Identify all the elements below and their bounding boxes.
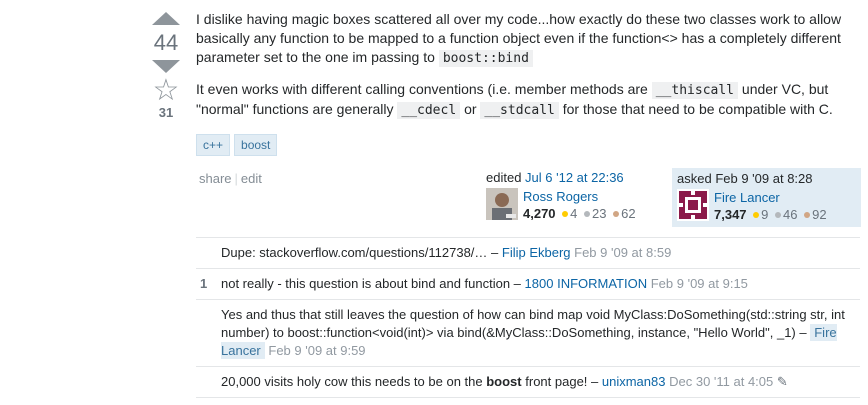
upvote-arrow-icon[interactable]: [152, 12, 180, 25]
comment-bold-text: boost: [486, 374, 522, 389]
edited-label: edited: [486, 170, 522, 185]
inline-code: __thiscall: [651, 82, 739, 99]
comment-user-link[interactable]: Filip Ekberg: [502, 245, 571, 260]
comment-date[interactable]: Feb 9 '09 at 8:59: [574, 245, 671, 260]
comment-item: Dupe: stackoverflow.com/questions/112738…: [196, 238, 860, 269]
question-paragraph-2: It even works with different calling con…: [196, 80, 856, 120]
comment-text: not really - this question is about bind…: [221, 276, 521, 291]
editor-avatar[interactable]: [486, 188, 518, 220]
paragraph-text: or: [464, 101, 477, 117]
bronze-badge-count: 92: [812, 207, 827, 222]
gold-badge-count: 4: [570, 206, 578, 221]
comment-date[interactable]: Feb 9 '09 at 9:59: [268, 343, 365, 358]
comment-date[interactable]: Feb 9 '09 at 9:15: [651, 276, 748, 291]
silver-badge-icon: [584, 211, 591, 217]
comment-list: Dupe: stackoverflow.com/questions/112738…: [196, 237, 860, 398]
asked-time: Feb 9 '09 at 8:28: [715, 171, 813, 186]
owner-avatar[interactable]: [677, 189, 709, 221]
editor-signature: edited Jul 6 '12 at 22:36 Ross Rogers 4,…: [486, 170, 658, 224]
gold-badge-count: 9: [761, 207, 769, 222]
comment-text: 20,000 visits holy cow this needs to be …: [221, 374, 483, 389]
comment-text: Dupe: stackoverflow.com/questions/112738…: [221, 245, 499, 260]
gold-badge-icon: [562, 211, 569, 217]
owner-signature: asked Feb 9 '09 at 8:28 Fire Lancer 7,34…: [672, 168, 861, 227]
edited-time-link[interactable]: Jul 6 '12 at 22:36: [525, 170, 624, 185]
question-paragraph-1: I dislike having magic boxes scattered a…: [196, 10, 856, 68]
inline-code: boost::bind: [438, 50, 533, 67]
bronze-badge-count: 62: [621, 206, 636, 221]
tag-boost[interactable]: boost: [234, 134, 278, 156]
edit-link[interactable]: edit: [241, 171, 262, 186]
paragraph-text: It even works with different calling con…: [196, 81, 648, 97]
menu-separator: |: [234, 171, 238, 186]
owner-name-link[interactable]: Fire Lancer: [714, 190, 780, 205]
comment-item: Yes and thus that still leaves the quest…: [196, 300, 860, 367]
silver-badge-count: 23: [592, 206, 607, 221]
comment-text: Yes and thus that still leaves the quest…: [221, 307, 845, 340]
editor-name-link[interactable]: Ross Rogers: [523, 189, 598, 204]
question-body: I dislike having magic boxes scattered a…: [196, 10, 856, 132]
comment-item: 1 not really - this question is about bi…: [196, 269, 860, 300]
comment-date[interactable]: Dec 30 '11 at 4:05: [669, 374, 773, 389]
asked-label: asked: [677, 171, 712, 186]
inline-code: __cdecl: [397, 102, 461, 119]
paragraph-text: for those that need to be compatible wit…: [562, 101, 833, 117]
owner-reputation: 7,347: [714, 207, 747, 222]
share-link[interactable]: share: [199, 171, 232, 186]
comment-text: front page! –: [525, 374, 599, 389]
gold-badge-icon: [753, 212, 760, 218]
comment-user-link[interactable]: 1800 INFORMATION: [525, 276, 648, 291]
tag-cpp[interactable]: c++: [196, 134, 231, 156]
favorite-count: 31: [158, 105, 174, 120]
bronze-badge-icon: [613, 211, 620, 217]
silver-badge-icon: [775, 212, 782, 218]
edited-pencil-icon: ✎: [776, 374, 788, 389]
vote-score: 44: [153, 30, 179, 55]
comment-user-link[interactable]: unixman83: [602, 374, 666, 389]
left-margin: [0, 0, 136, 405]
bronze-badge-icon: [804, 212, 811, 218]
inline-code: __stdcall: [480, 102, 559, 119]
favorite-star-icon[interactable]: ☆: [150, 76, 182, 106]
silver-badge-count: 46: [783, 207, 798, 222]
vote-cell: 44 ☆ 31: [150, 12, 182, 120]
comment-item: 20,000 visits holy cow this needs to be …: [196, 367, 860, 398]
downvote-arrow-icon[interactable]: [152, 60, 180, 73]
editor-reputation: 4,270: [523, 206, 556, 221]
tag-list: c++ boost: [196, 134, 281, 156]
comment-score: 1: [200, 276, 208, 291]
post-menu: share | edit: [199, 171, 262, 186]
